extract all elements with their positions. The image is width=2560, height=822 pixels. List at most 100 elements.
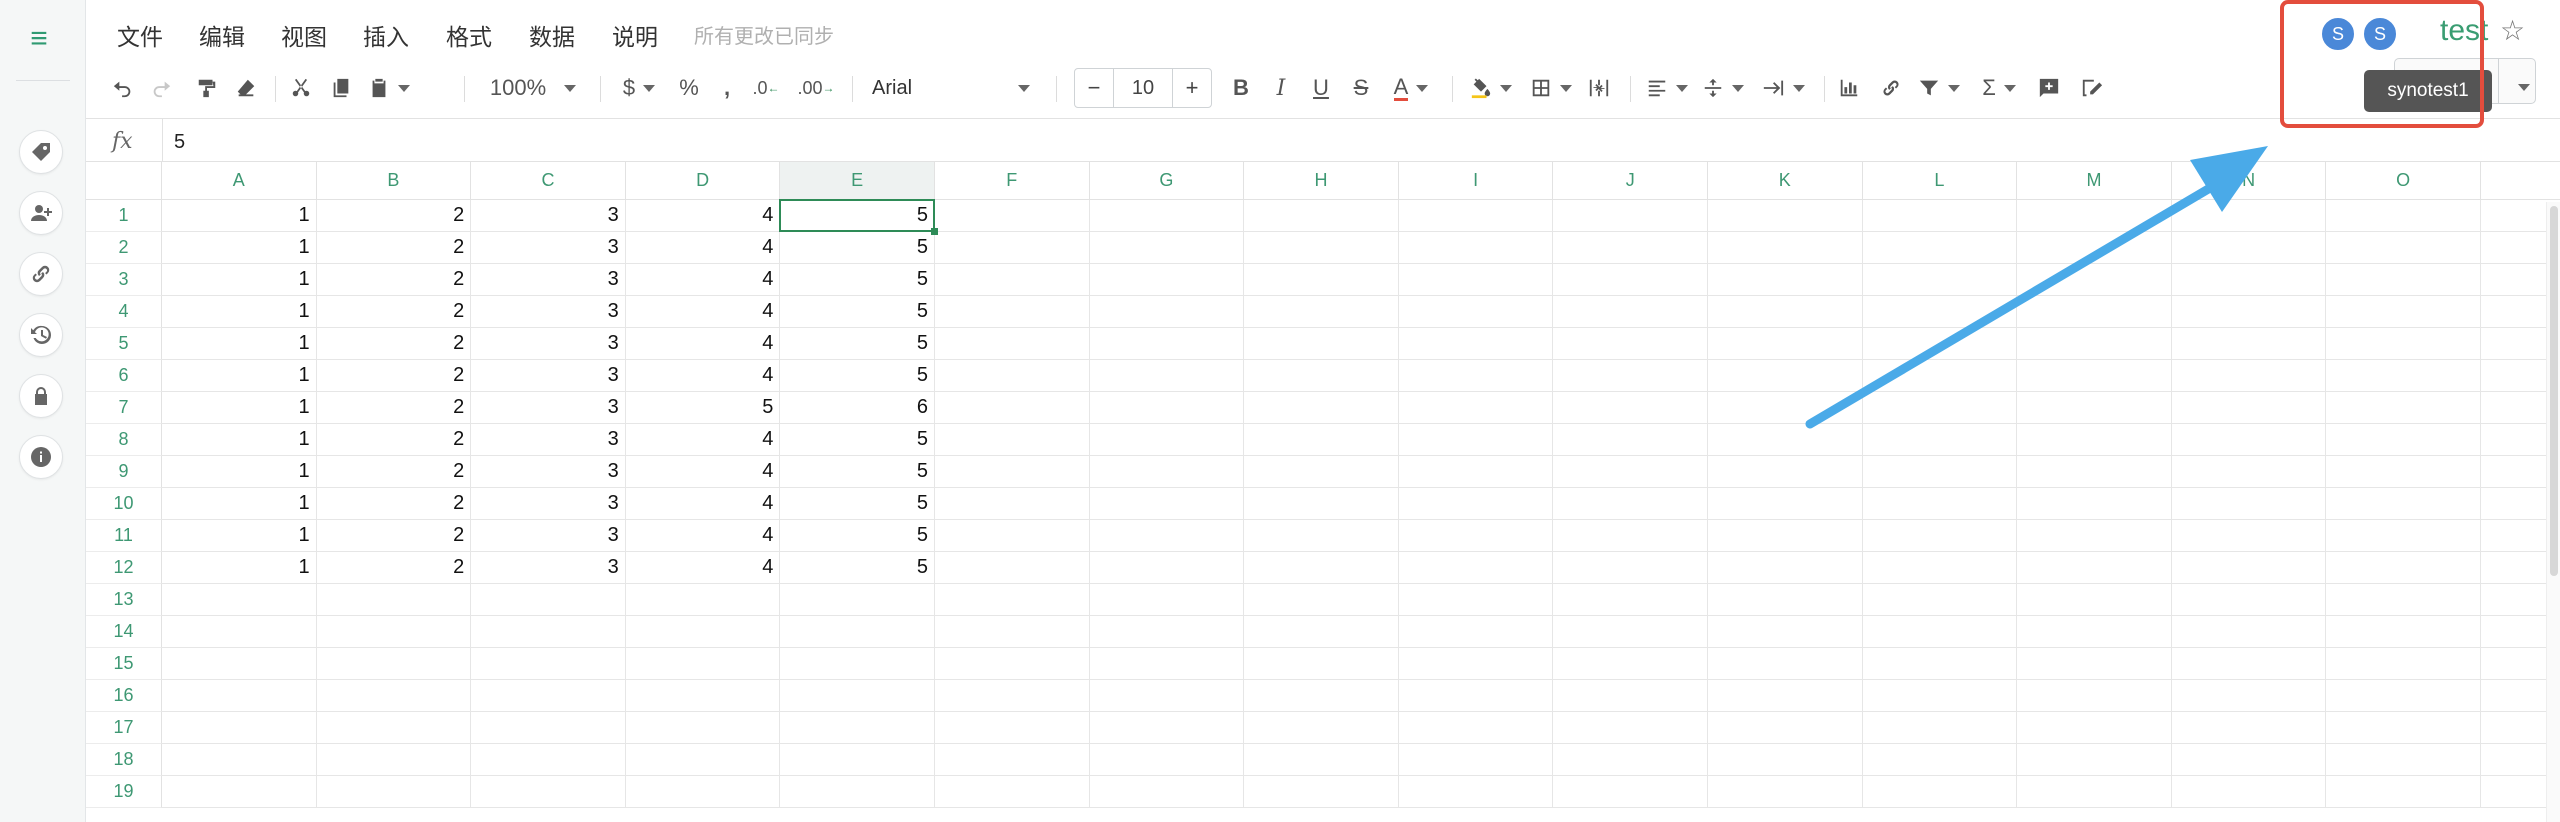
grid-cell[interactable] — [935, 392, 1090, 424]
grid-cell[interactable] — [316, 616, 472, 648]
grid-cell[interactable] — [1089, 616, 1245, 648]
grid-cell[interactable] — [2326, 424, 2481, 456]
grid-cell[interactable] — [1862, 616, 2018, 648]
grid-cell[interactable]: 3 — [471, 520, 626, 552]
grid-cell[interactable]: 1 — [162, 328, 317, 360]
grid-cell[interactable]: 5 — [780, 328, 935, 360]
grid-cell[interactable] — [2171, 648, 2327, 680]
grid-cell[interactable]: 3 — [471, 488, 626, 520]
lock-icon[interactable] — [19, 374, 63, 418]
row-header[interactable]: 17 — [86, 712, 162, 744]
grid-cell[interactable] — [471, 744, 626, 776]
grid-cell[interactable]: 5 — [780, 520, 935, 552]
grid-cell[interactable]: 1 — [162, 296, 317, 328]
row-header[interactable]: 10 — [86, 488, 162, 520]
grid-cell[interactable] — [1398, 456, 1554, 488]
grid-cell[interactable] — [1862, 520, 2018, 552]
grid-cell[interactable] — [1244, 776, 1399, 808]
grid-cell[interactable] — [1708, 456, 1863, 488]
grid-cell[interactable] — [1244, 712, 1399, 744]
grid-cell[interactable] — [471, 776, 626, 808]
font-family-dropdown[interactable]: Arial — [866, 70, 1036, 106]
grid-cell[interactable]: 1 — [162, 520, 317, 552]
grid-cell[interactable] — [1089, 456, 1245, 488]
font-size-increase-button[interactable]: + — [1173, 69, 1211, 107]
grid-cell[interactable] — [162, 616, 317, 648]
grid-cell[interactable] — [1089, 712, 1245, 744]
grid-cell[interactable] — [1398, 488, 1554, 520]
grid-cell[interactable]: 5 — [780, 296, 935, 328]
grid-cell[interactable]: 2 — [316, 392, 472, 424]
grid-cell[interactable] — [1553, 744, 1708, 776]
row-header[interactable]: 18 — [86, 744, 162, 776]
row-header[interactable]: 13 — [86, 584, 162, 616]
column-header[interactable]: L — [1862, 162, 2018, 200]
grid-cell[interactable]: 2 — [316, 200, 472, 232]
menu-view[interactable]: 视图 — [281, 18, 327, 52]
grid-cell[interactable]: 5 — [780, 552, 935, 584]
grid-cell[interactable] — [2017, 456, 2172, 488]
grid-cell[interactable] — [316, 584, 472, 616]
menu-file[interactable]: 文件 — [117, 18, 163, 52]
document-title[interactable]: test — [2440, 14, 2488, 48]
grid-cell[interactable] — [471, 648, 626, 680]
grid-cell[interactable] — [471, 584, 626, 616]
grid-cell[interactable] — [1244, 552, 1399, 584]
row-header[interactable]: 16 — [86, 680, 162, 712]
grid-cell[interactable]: 3 — [471, 296, 626, 328]
grid-cell[interactable]: 5 — [780, 232, 935, 264]
grid-cell[interactable] — [1244, 456, 1399, 488]
grid-cell[interactable] — [2017, 520, 2172, 552]
grid-cell[interactable] — [2017, 392, 2172, 424]
column-header[interactable]: J — [1553, 162, 1708, 200]
grid-cell[interactable] — [1862, 296, 2018, 328]
grid-cell[interactable] — [1089, 360, 1245, 392]
grid-cell[interactable] — [1553, 648, 1708, 680]
grid-cell[interactable] — [1708, 424, 1863, 456]
grid-cell[interactable]: 3 — [471, 424, 626, 456]
grid-corner[interactable] — [86, 162, 162, 200]
copy-icon[interactable] — [326, 70, 356, 106]
grid-cell[interactable]: 1 — [162, 264, 317, 296]
grid-cell[interactable]: 1 — [162, 232, 317, 264]
grid-cell[interactable] — [2017, 552, 2172, 584]
grid-cell[interactable] — [2171, 232, 2327, 264]
row-header[interactable]: 4 — [86, 296, 162, 328]
grid-cell[interactable]: 1 — [162, 552, 317, 584]
grid-cell[interactable] — [162, 776, 317, 808]
grid-cell[interactable] — [2171, 456, 2327, 488]
grid-cell[interactable] — [1244, 488, 1399, 520]
row-header[interactable]: 1 — [86, 200, 162, 232]
grid-cell[interactable] — [1398, 520, 1554, 552]
row-header[interactable]: 7 — [86, 392, 162, 424]
grid-cell[interactable] — [2171, 424, 2327, 456]
grid-cell[interactable] — [1089, 232, 1245, 264]
grid-cell[interactable]: 5 — [780, 264, 935, 296]
grid-cell[interactable] — [1244, 648, 1399, 680]
underline-button[interactable]: U — [1306, 70, 1336, 106]
grid-cell[interactable]: 4 — [625, 232, 781, 264]
row-header[interactable]: 5 — [86, 328, 162, 360]
column-header[interactable]: F — [935, 162, 1090, 200]
grid-cell[interactable] — [1862, 712, 2018, 744]
row-header[interactable]: 12 — [86, 552, 162, 584]
grid-cell[interactable] — [316, 680, 472, 712]
row-header[interactable]: 15 — [86, 648, 162, 680]
grid-cell[interactable] — [935, 552, 1090, 584]
grid-cell[interactable] — [2171, 584, 2327, 616]
grid-cell[interactable] — [625, 584, 781, 616]
grid-cell[interactable] — [1244, 744, 1399, 776]
row-header[interactable]: 8 — [86, 424, 162, 456]
grid-cell[interactable] — [1862, 264, 2018, 296]
grid-cell[interactable] — [2326, 488, 2481, 520]
grid-cell[interactable] — [1708, 200, 1863, 232]
grid-cell[interactable]: 5 — [780, 488, 935, 520]
zoom-dropdown[interactable]: 100% — [478, 70, 588, 106]
grid-cell[interactable] — [1708, 616, 1863, 648]
grid-cell[interactable] — [935, 648, 1090, 680]
grid-cell[interactable] — [2326, 232, 2481, 264]
grid-cell[interactable] — [1708, 552, 1863, 584]
grid-cell[interactable] — [2171, 392, 2327, 424]
grid-cell[interactable] — [1553, 424, 1708, 456]
grid-cell[interactable] — [780, 648, 935, 680]
